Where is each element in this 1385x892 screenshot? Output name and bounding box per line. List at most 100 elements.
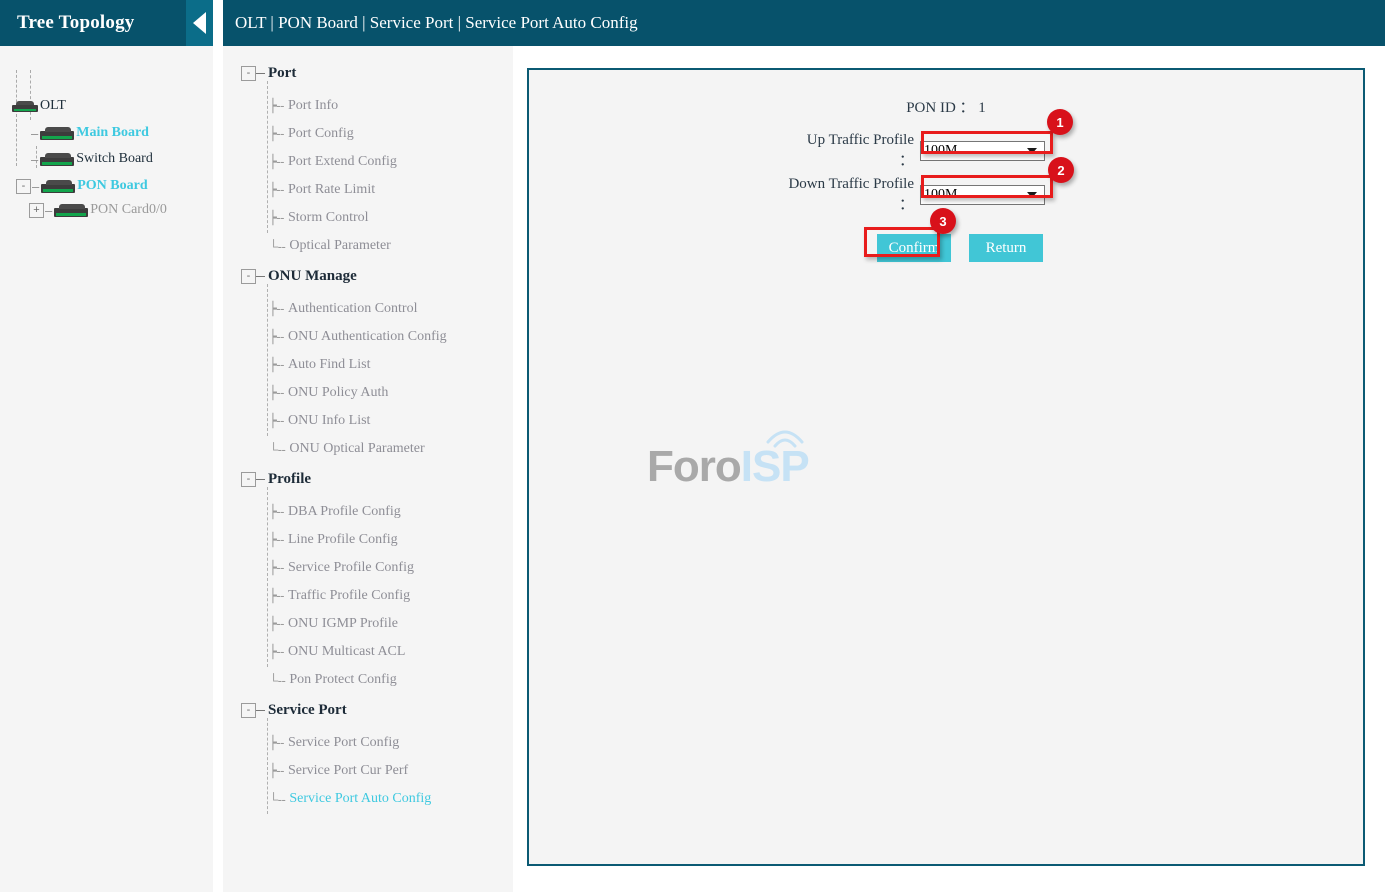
tree-node-label: PON Card0/0 <box>90 202 167 218</box>
menu-tick-icon: ┝-- <box>269 644 284 660</box>
annotation-badge-1: 1 <box>1047 109 1073 135</box>
menu-item-port-extend-config[interactable]: ┝-- Port Extend Config <box>269 152 513 172</box>
menu-item-label: Line Profile Config <box>288 532 398 548</box>
menu-tick-icon: ┝-- <box>269 588 284 604</box>
breadcrumb-bar: OLT | PON Board | Service Port | Service… <box>223 0 1385 46</box>
tree-expander-collapse[interactable]: - <box>16 179 31 194</box>
menu-item-traffic-profile-config[interactable]: ┝-- Traffic Profile Config <box>269 586 513 606</box>
menu-item-onu-policy-auth[interactable]: ┝-- ONU Policy Auth <box>269 383 513 403</box>
return-button[interactable]: Return <box>969 234 1043 262</box>
menu-item-label: ONU IGMP Profile <box>288 616 398 632</box>
annotation-badge-2: 2 <box>1048 157 1074 183</box>
menu-tick-icon: ┝-- <box>269 98 284 114</box>
menu-item-label: Service Profile Config <box>288 560 414 576</box>
menu-tick-icon: ┝-- <box>269 616 284 632</box>
menu-item-label: Authentication Control <box>288 301 417 317</box>
menu-item-label: Auto Find List <box>288 357 370 373</box>
menu-group-port: - Port ┝-- Port Info ┝-- Port Config ┝--… <box>223 63 513 256</box>
menu-item-storm-control[interactable]: ┝-- Storm Control <box>269 208 513 228</box>
menu-item-onu-multicast-acl[interactable]: ┝-- ONU Multicast ACL <box>269 642 513 662</box>
menu-group-header[interactable]: - Port <box>223 63 513 83</box>
menu-tick-icon: └-- <box>269 673 285 688</box>
foroisp-watermark: ForoISP <box>647 442 809 492</box>
menu-item-service-profile-config[interactable]: ┝-- Service Profile Config <box>269 558 513 578</box>
menu-expander-icon[interactable]: - <box>241 472 256 487</box>
menu-group-header[interactable]: - ONU Manage <box>223 266 513 286</box>
menu-item-label: Port Config <box>288 126 354 142</box>
menu-item-label: Pon Protect Config <box>289 672 396 688</box>
tree-branch-dash: – <box>45 203 52 218</box>
menu-item-label: ONU Authentication Config <box>288 329 447 345</box>
menu-tick-icon: ┝-- <box>269 413 284 429</box>
menu-group-header[interactable]: - Service Port <box>223 700 513 720</box>
menu-item-service-port-auto-config[interactable]: └-- Service Port Auto Config <box>269 789 513 809</box>
menu-tick-icon: ┝-- <box>269 385 284 401</box>
tree-node-switch-board[interactable]: – Switch Board <box>30 149 153 169</box>
caret-left-icon <box>193 12 206 34</box>
menu-expander-icon[interactable]: - <box>241 66 256 81</box>
menu-item-service-port-config[interactable]: ┝-- Service Port Config <box>269 733 513 753</box>
tree-topology-panel[interactable]: OLT – Main Board – Switch Board - – PON … <box>0 46 213 892</box>
menu-group-service-port: - Service Port ┝-- Service Port Config ┝… <box>223 700 513 809</box>
menu-group-title: ONU Manage <box>268 268 357 285</box>
menu-expander-icon[interactable]: - <box>241 269 256 284</box>
menu-item-optical-parameter[interactable]: └-- Optical Parameter <box>269 236 513 256</box>
breadcrumb: OLT | PON Board | Service Port | Service… <box>235 13 638 33</box>
down-traffic-profile-label: Down Traffic Profile ： <box>783 176 914 214</box>
tree-node-main-board[interactable]: – Main Board <box>30 123 149 143</box>
tree-node-label: Switch Board <box>76 151 153 167</box>
menu-item-onu-optical-parameter[interactable]: └-- ONU Optical Parameter <box>269 439 513 459</box>
menu-item-authentication-control[interactable]: ┝-- Authentication Control <box>269 299 513 319</box>
tree-node-pon-card[interactable]: + – PON Card0/0 <box>29 200 167 220</box>
collapse-sidebar-button[interactable] <box>186 0 213 46</box>
tree-node-pon-board[interactable]: - – PON Board <box>16 176 148 196</box>
menu-item-onu-authentication-config[interactable]: ┝-- ONU Authentication Config <box>269 327 513 347</box>
menu-item-port-rate-limit[interactable]: ┝-- Port Rate Limit <box>269 180 513 200</box>
menu-item-auto-find-list[interactable]: ┝-- Auto Find List <box>269 355 513 375</box>
menu-group-header[interactable]: - Profile <box>223 469 513 489</box>
menu-item-service-port-cur-perf[interactable]: ┝-- Service Port Cur Perf <box>269 761 513 781</box>
menu-item-label: Service Port Cur Perf <box>288 763 408 779</box>
menu-connector <box>267 487 268 667</box>
menu-connector <box>256 710 265 711</box>
navigation-menu-panel[interactable]: - Port ┝-- Port Info ┝-- Port Config ┝--… <box>223 46 513 892</box>
pon-id-label: PON ID ： <box>906 100 974 116</box>
menu-item-port-config[interactable]: ┝-- Port Config <box>269 124 513 144</box>
top-bar: Tree Topology OLT | PON Board | Service … <box>0 0 1385 46</box>
menu-item-label: ONU Optical Parameter <box>289 441 424 457</box>
menu-tick-icon: ┝-- <box>269 763 284 779</box>
highlight-confirm-button <box>864 227 940 257</box>
menu-item-dba-profile-config[interactable]: ┝-- DBA Profile Config <box>269 502 513 522</box>
menu-tick-icon: ┝-- <box>269 357 284 373</box>
tree-node-olt[interactable]: OLT <box>12 96 66 116</box>
device-icon <box>40 153 74 166</box>
tree-node-label: Main Board <box>76 125 149 141</box>
menu-item-label: Service Port Config <box>288 735 399 751</box>
menu-item-pon-protect-config[interactable]: └-- Pon Protect Config <box>269 670 513 690</box>
tree-branch-dash: – <box>32 179 39 194</box>
menu-item-label: Port Rate Limit <box>288 182 375 198</box>
menu-connector <box>256 479 265 480</box>
tree-expander-expand[interactable]: + <box>29 203 44 218</box>
menu-item-label: Storm Control <box>288 210 369 226</box>
menu-item-label: Port Extend Config <box>288 154 397 170</box>
highlight-up-traffic-profile <box>921 131 1053 154</box>
menu-expander-icon[interactable]: - <box>241 703 256 718</box>
menu-group-title: Profile <box>268 471 311 488</box>
menu-group-title: Service Port <box>268 702 347 719</box>
watermark-foro-text: Foro <box>647 442 741 491</box>
menu-tick-icon: ┝-- <box>269 532 284 548</box>
device-icon <box>40 127 74 140</box>
menu-tick-icon: ┝-- <box>269 329 284 345</box>
device-icon <box>54 204 88 217</box>
highlight-down-traffic-profile <box>921 175 1053 198</box>
menu-item-port-info[interactable]: ┝-- Port Info <box>269 96 513 116</box>
menu-item-onu-igmp-profile[interactable]: ┝-- ONU IGMP Profile <box>269 614 513 634</box>
menu-item-onu-info-list[interactable]: ┝-- ONU Info List <box>269 411 513 431</box>
tree-topology-header: Tree Topology <box>0 0 213 46</box>
menu-item-line-profile-config[interactable]: ┝-- Line Profile Config <box>269 530 513 550</box>
pon-id-value: 1 <box>978 100 986 116</box>
wifi-signal-icon <box>762 424 808 448</box>
menu-tick-icon: ┝-- <box>269 735 284 751</box>
tree-branch-dash: – <box>31 126 38 141</box>
